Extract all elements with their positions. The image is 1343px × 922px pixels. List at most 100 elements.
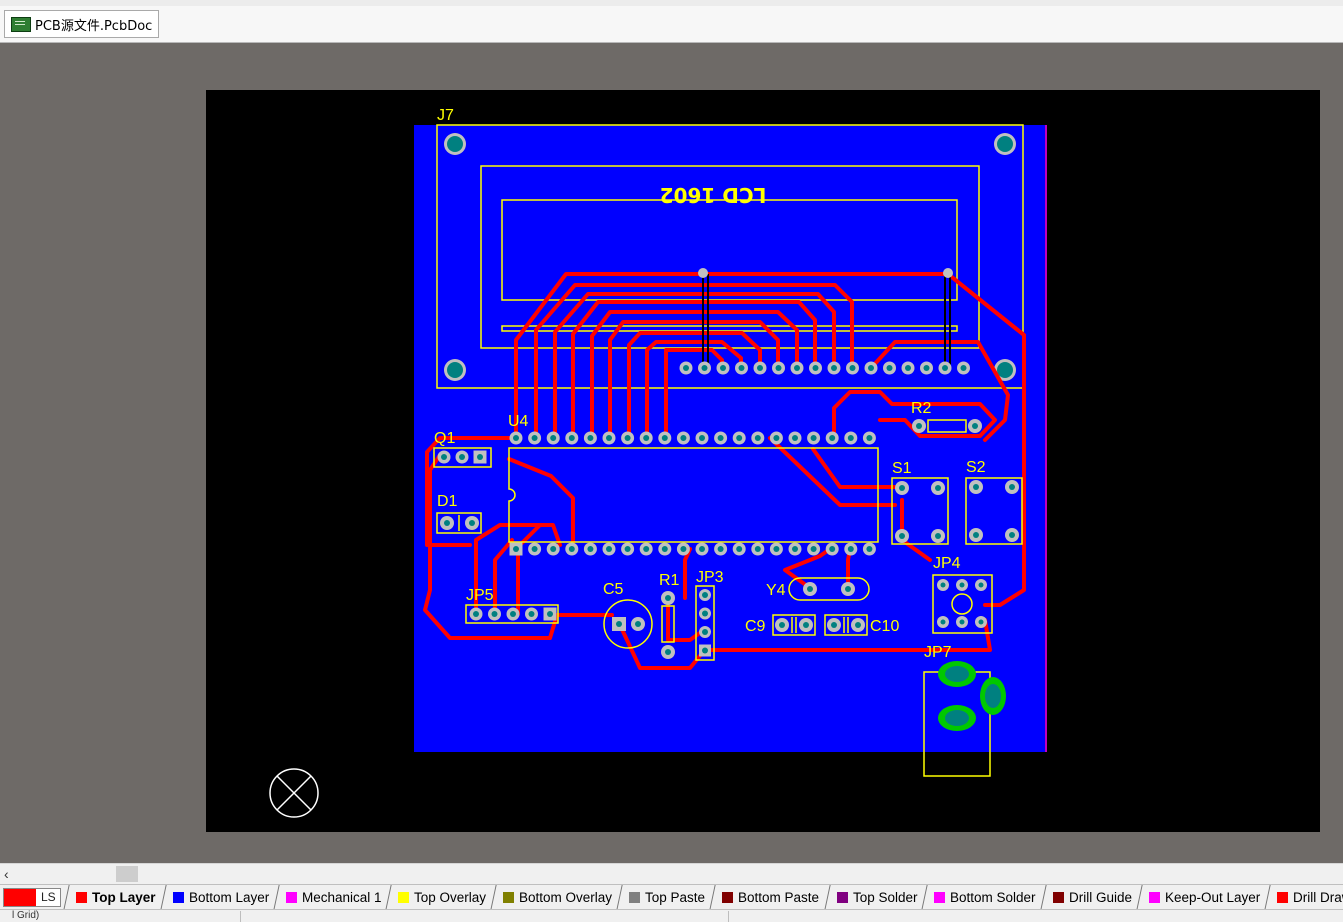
layer-tab-label: Bottom Solder [950, 890, 1036, 905]
layer-tab-label: Top Overlay [414, 890, 487, 905]
pad-hole [754, 435, 761, 441]
pad-hole [829, 435, 836, 441]
layer-tab-label: Keep-Out Layer [1164, 890, 1260, 905]
layer-tab-bottom-solder[interactable]: Bottom Solder [921, 885, 1046, 910]
pad-hole [491, 611, 498, 617]
document-tab[interactable]: PCB源文件.PcbDoc [4, 10, 160, 38]
layer-tab-top-layer[interactable]: Top Layer [63, 885, 166, 910]
pad-hole [717, 435, 724, 441]
designator-s2: S2 [966, 459, 986, 476]
designator-r2: R2 [911, 400, 932, 417]
pad-hole [568, 435, 575, 441]
pad-hole [773, 435, 780, 441]
status-text: l Grid) [12, 910, 40, 921]
pcb-document-icon [11, 16, 31, 32]
pad-hole [680, 546, 687, 552]
layer-tab-label: Bottom Paste [738, 890, 820, 905]
pad-hole [702, 647, 708, 654]
pad-hole [510, 611, 516, 617]
pad-hole [868, 365, 874, 371]
layer-tab-bottom-layer[interactable]: Bottom Layer [159, 885, 279, 910]
layer-tab-label: Drill Drawing [1292, 890, 1343, 905]
pad-hole [459, 454, 465, 460]
current-layer-color-button[interactable]: LS [3, 888, 61, 907]
pad-hole [792, 546, 798, 552]
pad-hole [606, 546, 612, 552]
pad-hole [847, 435, 854, 441]
layer-tab-label: Mechanical 1 [301, 890, 382, 905]
pad-hole [754, 546, 761, 552]
designator-jp3: JP3 [696, 569, 724, 586]
pad-hole [473, 611, 479, 617]
designator-s1: S1 [892, 460, 912, 477]
document-tab-label: PCB源文件.PcbDoc [35, 18, 153, 34]
pad-hole [661, 546, 668, 552]
layer-color-swatch [503, 892, 515, 903]
scroll-thumb[interactable] [116, 866, 138, 882]
pad-hole [866, 435, 873, 441]
layer-color-swatch [398, 892, 410, 903]
layer-color-swatch [934, 892, 946, 903]
layer-tab-label: Top Layer [92, 890, 156, 905]
pad-hole [680, 435, 687, 441]
pad-hole [702, 610, 708, 617]
pad-hole [683, 365, 689, 371]
pad-hole [736, 546, 743, 552]
horizontal-scrollbar[interactable]: ‹ [0, 863, 1343, 885]
layer-tab-label: Top Paste [645, 890, 706, 905]
d1-pads [440, 515, 479, 531]
pad-hole [531, 546, 538, 552]
layer-tab-top-overlay[interactable]: Top Overlay [385, 885, 497, 910]
layer-color-swatch [172, 892, 184, 903]
designator-c5: C5 [603, 581, 624, 598]
layer-tab-top-solder[interactable]: Top Solder [823, 885, 927, 910]
layer-tab-bottom-overlay[interactable]: Bottom Overlay [490, 885, 623, 910]
pad-hole [547, 611, 553, 617]
layer-tab-mechanical-1[interactable]: Mechanical 1 [273, 885, 392, 910]
pad-hole [738, 365, 745, 371]
pad-hole [942, 365, 948, 371]
designator-c10: C10 [870, 618, 899, 635]
pad-hole [550, 546, 557, 552]
pad-hole [606, 435, 612, 441]
pcb-drawing[interactable]: LCD 1602 J7 U4 Q1 D1 JP5 C5 R1 JP3 Y4 C9… [0, 43, 1343, 863]
document-tab-bar: PCB源文件.PcbDoc [0, 6, 1343, 43]
pad-hole [661, 435, 668, 441]
pad-hole [849, 365, 856, 371]
pad-hole [702, 592, 708, 598]
layer-tab-drill-drawing[interactable]: Drill Drawing [1264, 885, 1343, 910]
pad-hole [587, 546, 594, 552]
designator-y4: Y4 [766, 582, 786, 599]
scroll-left-arrow-icon[interactable]: ‹ [4, 866, 9, 882]
pad-hole [701, 365, 708, 371]
pad-hole [757, 365, 763, 371]
pad-hole [513, 546, 519, 552]
pad-hole [775, 365, 782, 371]
layer-tab-label: Bottom Layer [188, 890, 269, 905]
pad-hole [550, 435, 557, 441]
layer-tab-top-paste[interactable]: Top Paste [616, 885, 716, 910]
designator-jp7: JP7 [924, 644, 952, 661]
layer-tabs: Top Layer Bottom Layer Mechanical 1 Top Ove… [63, 885, 1343, 910]
pad-hole [513, 435, 519, 441]
pad-hole [960, 365, 967, 371]
pad-hole [624, 435, 631, 441]
pad-hole [773, 546, 780, 552]
designator-c9: C9 [745, 618, 766, 635]
layer-tab-label: Bottom Overlay [519, 890, 613, 905]
lcd-silkscreen-title: LCD 1602 [660, 183, 767, 207]
layer-set-label: LS [41, 890, 56, 904]
pad-hole [717, 546, 724, 552]
pad-hole [643, 435, 650, 441]
designator-r1: R1 [659, 572, 680, 589]
layer-tab-drill-guide[interactable]: Drill Guide [1039, 885, 1142, 910]
designator-jp4: JP4 [933, 555, 961, 572]
pcb-canvas[interactable]: LCD 1602 J7 U4 Q1 D1 JP5 C5 R1 JP3 Y4 C9… [0, 43, 1343, 863]
layer-tab-bottom-paste[interactable]: Bottom Paste [709, 885, 830, 910]
pad-hole [477, 454, 483, 460]
designator-d1: D1 [437, 493, 458, 510]
layer-tab-keep-out-layer[interactable]: Keep-Out Layer [1135, 885, 1270, 910]
layer-color-swatch [836, 892, 848, 903]
pad-hole [829, 546, 836, 552]
pad-hole [531, 435, 538, 441]
